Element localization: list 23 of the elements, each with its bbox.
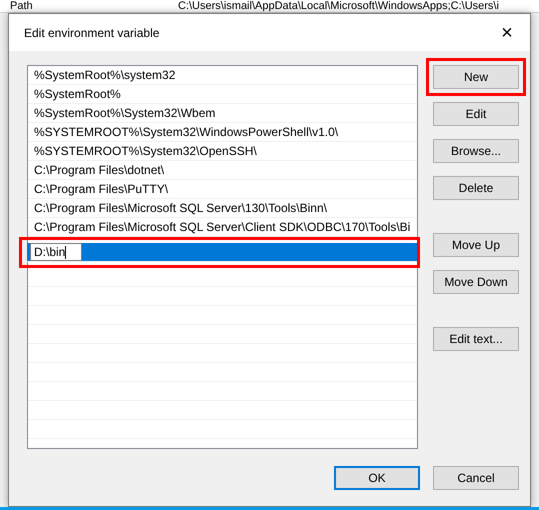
path-entry: %SystemRoot%\System32\Wbem <box>33 105 216 122</box>
side-button[interactable]: Move Down <box>433 270 519 294</box>
side-button[interactable]: Move Up <box>433 233 519 257</box>
variable-value: C:\Users\ismail\AppData\Local\Microsoft\WindowsApps;C:\Users\i <box>178 0 499 12</box>
side-button[interactable]: Delete <box>433 176 519 200</box>
path-entry: C:\Program Files\dotnet\ <box>33 162 164 179</box>
variable-name: Path <box>10 0 34 12</box>
side-button[interactable]: Browse... <box>433 139 519 163</box>
dialog-button[interactable]: Cancel <box>433 466 519 490</box>
side-button[interactable]: New <box>433 65 519 89</box>
path-entry: %SystemRoot%\system32 <box>33 67 176 84</box>
path-entry: %SystemRoot% <box>33 86 121 103</box>
path-entry: C:\Program Files\PuTTY\ <box>33 181 168 198</box>
path-entry: C:\Program Files\Microsoft SQL Server\130\Tools\Binn\ <box>33 200 327 217</box>
list-row[interactable]: D:\bin <box>27 243 417 262</box>
close-button[interactable]: × <box>492 20 522 46</box>
window-title: Edit environment variable <box>24 24 160 42</box>
dialog-button[interactable]: OK <box>334 466 420 490</box>
path-entry: %SYSTEMROOT%\System32\OpenSSH\ <box>33 143 257 160</box>
side-button[interactable]: Edit text... <box>433 327 519 351</box>
path-entry: %SYSTEMROOT%\System32\WindowsPowerShell\v1.0\ <box>33 124 338 141</box>
path-input[interactable]: D:\bin <box>30 243 82 261</box>
side-button[interactable]: Edit <box>433 102 519 126</box>
